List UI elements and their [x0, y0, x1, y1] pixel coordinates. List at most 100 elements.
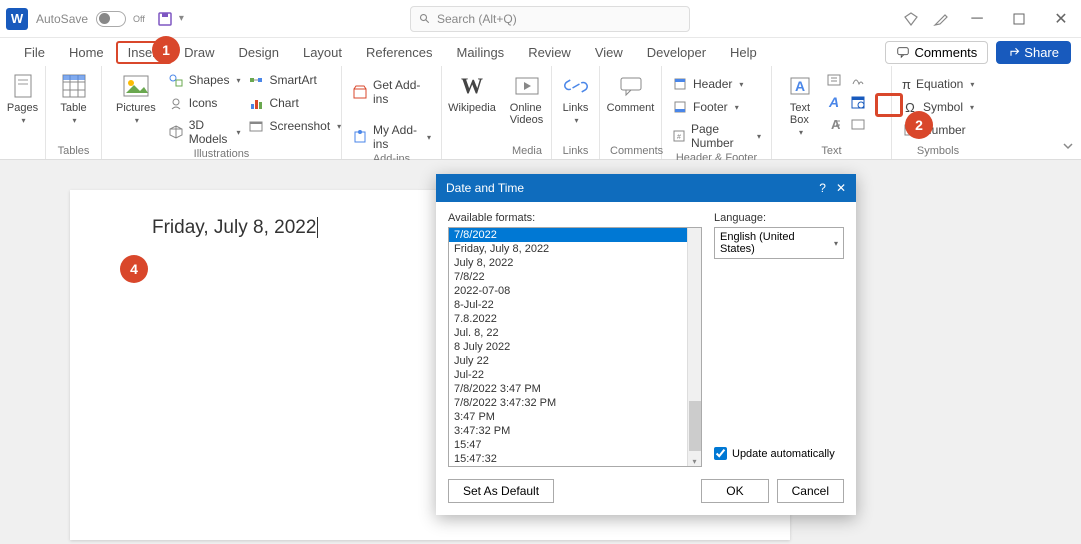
format-option[interactable]: Jul. 8, 22 [449, 326, 701, 340]
svg-text:A: A [795, 78, 805, 94]
format-option[interactable]: 15:47 [449, 438, 701, 452]
icons-icon [168, 95, 184, 111]
tab-file[interactable]: File [12, 41, 57, 64]
wikipedia-button[interactable]: W Wikipedia [452, 70, 492, 116]
group-label-tables: Tables [56, 145, 91, 159]
footer-button[interactable]: Footer▾ [672, 97, 761, 117]
dialog-title: Date and Time [446, 181, 524, 195]
toggle-icon[interactable] [96, 11, 126, 27]
tab-design[interactable]: Design [227, 41, 291, 64]
dialog-titlebar[interactable]: Date and Time ? ✕ [436, 174, 856, 202]
tab-mailings[interactable]: Mailings [445, 41, 517, 64]
minimize-button[interactable]: ─ [963, 5, 991, 33]
format-option[interactable]: 2022-07-08 [449, 284, 701, 298]
online-videos-button[interactable]: Online Videos [512, 70, 541, 128]
ok-button[interactable]: OK [701, 479, 768, 503]
object-icon[interactable] [850, 116, 866, 132]
format-option[interactable]: 8-Jul-22 [449, 298, 701, 312]
signature-icon[interactable] [850, 72, 866, 88]
callout-badge-2: 2 [905, 111, 933, 139]
links-button[interactable]: Links▾ [562, 70, 589, 127]
svg-text:#: # [677, 134, 681, 141]
textbox-icon: A [786, 72, 814, 100]
tab-home[interactable]: Home [57, 41, 116, 64]
autosave-toggle[interactable]: AutoSave Off [36, 11, 151, 27]
update-auto-checkbox[interactable] [714, 447, 727, 460]
pictures-button[interactable]: Pictures▾ [112, 70, 160, 127]
tab-draw[interactable]: Draw [172, 41, 226, 64]
format-option[interactable]: 7.8.2022 [449, 312, 701, 326]
format-option[interactable]: 7/8/2022 3:47:32 PM [449, 396, 701, 410]
header-button[interactable]: Header▾ [672, 74, 761, 94]
datetime-icon[interactable] [850, 94, 866, 110]
screenshot-button[interactable]: Screenshot▾ [248, 116, 341, 136]
format-option[interactable]: Friday, July 8, 2022 [449, 242, 701, 256]
format-option[interactable]: 7/8/2022 [449, 228, 701, 242]
tab-layout[interactable]: Layout [291, 41, 354, 64]
close-button[interactable]: ✕ [1047, 5, 1075, 33]
page-number-button[interactable]: #Page Number▾ [672, 120, 761, 152]
dropcap-icon[interactable]: A [826, 116, 842, 132]
tab-developer[interactable]: Developer [635, 41, 718, 64]
wordart-icon[interactable]: A [826, 94, 842, 110]
help-icon[interactable]: ? [819, 181, 826, 195]
tab-view[interactable]: View [583, 41, 635, 64]
format-option[interactable]: July 8, 2022 [449, 256, 701, 270]
cube-icon [168, 124, 184, 140]
3d-models-button[interactable]: 3D Models▾ [168, 116, 241, 148]
quickparts-icon[interactable] [826, 72, 842, 88]
language-select[interactable]: English (United States) ▾ [714, 227, 844, 259]
formats-listbox[interactable]: 7/8/2022 Friday, July 8, 2022 July 8, 20… [448, 227, 702, 467]
shapes-button[interactable]: Shapes▾ [168, 70, 241, 90]
equation-icon: π [902, 76, 911, 92]
tab-help[interactable]: Help [718, 41, 769, 64]
smartart-button[interactable]: SmartArt [248, 70, 341, 90]
title-bar: W AutoSave Off ▾ Search (Alt+Q) ─ ✕ [0, 0, 1081, 38]
pagenum-icon: # [672, 128, 686, 144]
link-icon [562, 72, 590, 100]
update-auto-label: Update automatically [732, 448, 835, 460]
addins-icon [352, 129, 368, 145]
scrollbar[interactable]: ▾ [687, 228, 701, 466]
tab-review[interactable]: Review [516, 41, 583, 64]
undo-dropdown-icon[interactable]: ▾ [179, 13, 184, 24]
cancel-button[interactable]: Cancel [777, 479, 844, 503]
chart-button[interactable]: Chart [248, 93, 341, 113]
set-default-button[interactable]: Set As Default [448, 479, 554, 503]
icons-button[interactable]: Icons [168, 93, 241, 113]
my-addins-button[interactable]: My Add-ins▾ [352, 121, 431, 153]
comment-button[interactable]: Comment [610, 70, 651, 116]
dialog-close-icon[interactable]: ✕ [836, 181, 846, 195]
format-option[interactable]: 8 July 2022 [449, 340, 701, 354]
scroll-down-icon[interactable]: ▾ [688, 457, 701, 466]
comments-button[interactable]: Comments [885, 41, 988, 64]
pen-icon[interactable] [933, 11, 949, 27]
format-option[interactable]: July 22 [449, 354, 701, 368]
smartart-icon [248, 72, 264, 88]
maximize-button[interactable] [1005, 5, 1033, 33]
equation-button[interactable]: πEquation▾ [902, 74, 974, 94]
share-button[interactable]: Share [996, 41, 1071, 64]
diamond-icon[interactable] [903, 11, 919, 27]
format-option[interactable]: 15:47:32 [449, 452, 701, 466]
comment-icon [896, 45, 910, 59]
pages-button[interactable]: Pages▾ [10, 70, 35, 127]
format-option[interactable]: Jul-22 [449, 368, 701, 382]
format-option[interactable]: 7/8/22 [449, 270, 701, 284]
collapse-ribbon-icon[interactable] [1061, 139, 1075, 153]
search-input[interactable]: Search (Alt+Q) [410, 6, 690, 32]
textbox-button[interactable]: A Text Box▾ [782, 70, 818, 139]
tab-references[interactable]: References [354, 41, 444, 64]
group-label-comments: Comments [610, 145, 651, 159]
table-icon [60, 72, 88, 100]
table-button[interactable]: Table▾ [56, 70, 91, 127]
store-icon [352, 84, 368, 100]
format-option[interactable]: 3:47:32 PM [449, 424, 701, 438]
pages-icon [9, 72, 37, 100]
save-icon[interactable] [157, 11, 173, 27]
scrollbar-thumb[interactable] [689, 401, 701, 451]
format-option[interactable]: 3:47 PM [449, 410, 701, 424]
video-icon [513, 72, 541, 100]
format-option[interactable]: 7/8/2022 3:47 PM [449, 382, 701, 396]
get-addins-button[interactable]: Get Add-ins [352, 76, 431, 108]
